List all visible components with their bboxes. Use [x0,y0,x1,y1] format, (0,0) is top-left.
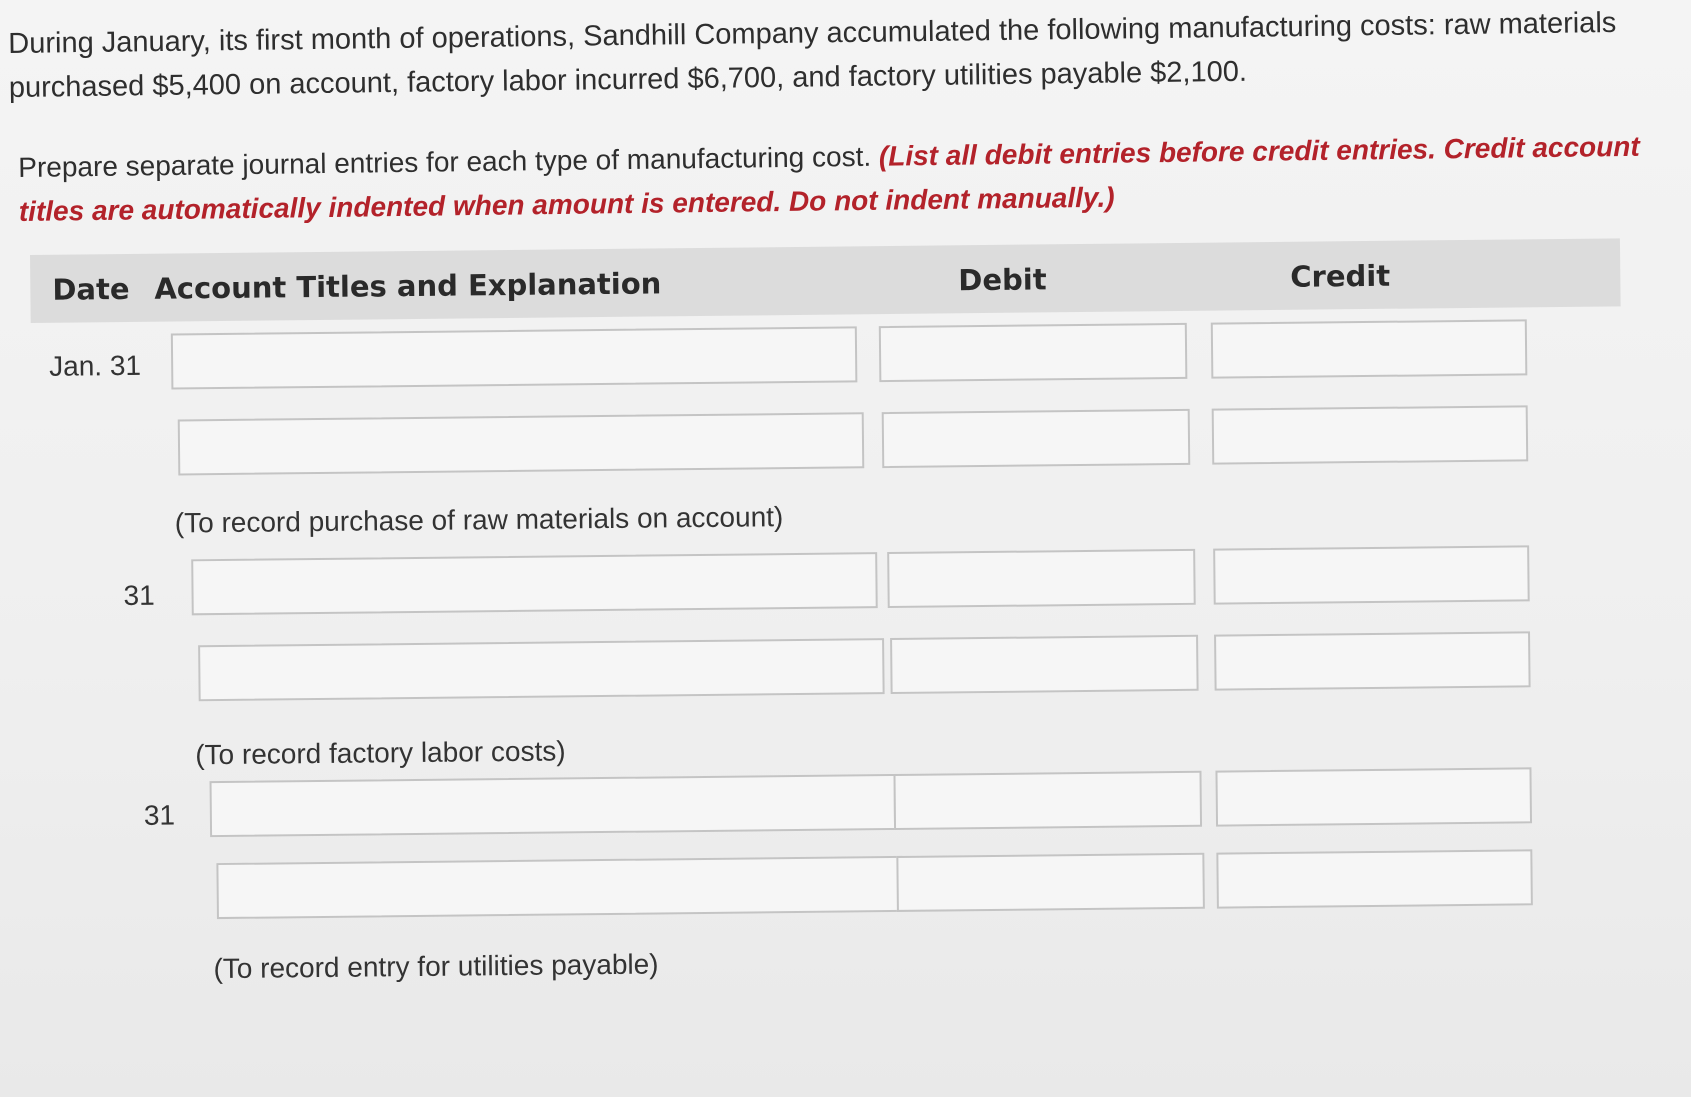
journal-entry-table: Date Account Titles and Explanation Debi… [30,238,1629,1085]
instructions-note-2: titles are automatically indented when a… [18,181,1115,227]
entry-2-account-row-2[interactable] [198,638,885,702]
instructions-note-1: (List all debit entries before credit en… [878,130,1640,172]
entry-1-credit-row-1[interactable] [1210,319,1528,379]
entry-3-account-row-1[interactable] [209,773,897,838]
entry-1-explanation: (To record purchase of raw materials on … [174,501,784,539]
problem-statement: During January, its first month of opera… [8,0,1669,110]
entry-2-account-row-1[interactable] [191,552,878,616]
entry-1-debit-row-1[interactable] [878,322,1188,383]
header-credit: Credit [1290,258,1391,294]
entry-1-credit-row-2[interactable] [1211,405,1529,465]
entry-2-credit-row-2[interactable] [1214,631,1531,691]
entry-3-debit-row-2[interactable] [896,852,1205,912]
entry-1-account-row-1[interactable] [170,326,858,390]
entry-3-date: 31 [143,799,176,831]
header-debit: Debit [958,262,1047,298]
page: During January, its first month of opera… [0,0,1691,1097]
entry-2-explanation: (To record factory labor costs) [195,735,566,771]
header-date: Date [52,271,130,307]
entry-1-date: Jan. 31 [49,349,142,382]
instructions: Prepare separate journal entries for eac… [18,124,1689,234]
header-account-titles: Account Titles and Explanation [154,266,662,306]
entry-2-date: 31 [123,579,155,612]
entry-3-explanation: (To record entry for utilities payable) [213,948,659,985]
entry-3-credit-row-1[interactable] [1215,767,1533,827]
entry-2-debit-row-2[interactable] [890,634,1199,695]
entry-3-account-row-2[interactable] [216,855,903,920]
entry-1-account-row-2[interactable] [177,412,865,476]
table-header: Date Account Titles and Explanation Debi… [30,238,1621,323]
entry-3-debit-row-1[interactable] [893,770,1203,830]
entry-2-debit-row-1[interactable] [887,548,1196,609]
entry-3-credit-row-2[interactable] [1216,849,1533,909]
instructions-text: Prepare separate journal entries for eac… [18,140,880,183]
entry-2-credit-row-1[interactable] [1213,545,1530,605]
entry-1-debit-row-2[interactable] [881,408,1191,469]
